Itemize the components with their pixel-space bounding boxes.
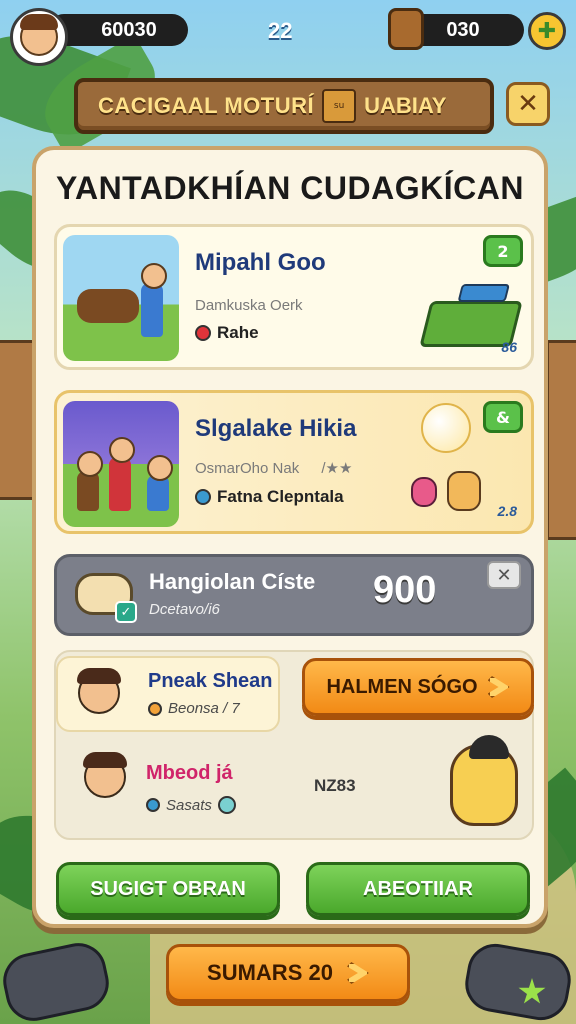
mission-tag-text: Fatna Clepntala (217, 487, 344, 506)
child-illustration (77, 451, 103, 511)
mission-title-text: Mipahl Goo (195, 249, 326, 276)
green-right-button[interactable]: ABEOTIIAR (306, 862, 530, 916)
friends-section: Pneak Shean Beonsa / 7 HALMEN SÓGO Mbeod… (54, 650, 534, 840)
orange-button-label: HALMEN SÓGO (326, 675, 478, 698)
mission-subtitle: Damkuska Oerk (195, 297, 303, 314)
add-currency-button[interactable]: ✚ (528, 12, 566, 50)
gift-icon (411, 477, 437, 507)
mission-subtitle-text: OsmarOho Nak (195, 460, 300, 477)
arrow-right-icon (346, 962, 369, 984)
close-icon: ✕ (496, 564, 512, 586)
mission-title-text: Slgalake Hikia (195, 415, 357, 442)
friend-avatar (77, 668, 121, 714)
dismiss-button[interactable]: ✕ (487, 561, 521, 589)
friend-subtitle: Beonsa / 7 (148, 700, 240, 717)
friend-code: NZ83 (314, 776, 356, 795)
close-button[interactable]: ✕ (506, 82, 550, 126)
green-left-button[interactable]: SUGIGT OBRAN (56, 862, 280, 916)
water-drop-icon (146, 798, 160, 812)
bubble-icon (421, 403, 471, 453)
farmer-illustration (141, 263, 167, 337)
challenge-subtitle: Dcetavo/i6 (149, 601, 220, 618)
arrow-right-icon (487, 676, 510, 698)
challenge-card[interactable]: ✓ Hangiolan Císte Dcetavo/i6 900 ✕ (54, 554, 534, 636)
mission-tag: Rahe (195, 323, 259, 343)
friend-avatar (83, 752, 127, 798)
level-indicator: 22 (268, 18, 293, 43)
mission-card[interactable]: Mipahl Goo Damkuska Oerk Rahe 2 86 (54, 224, 534, 370)
friend-subtitle-text: Beonsa / 7 (168, 700, 240, 717)
banner-title: CACIGAAL MOTURÍ (98, 93, 315, 118)
panel-title: YANTADKHÍAN CUDAGKÍCAN (56, 170, 524, 206)
parent-illustration (109, 437, 135, 511)
plus-icon: ✚ (537, 18, 557, 44)
rating-stars: /★★ (321, 460, 353, 477)
challenge-title: Hangiolan Císte (149, 569, 316, 594)
mission-subtitle: OsmarOho Nak /★★ (195, 459, 352, 477)
check-icon: ✓ (115, 601, 137, 623)
avatar-face (20, 14, 58, 56)
mission-thumbnail (63, 235, 179, 361)
red-dot-icon (195, 325, 211, 341)
mascot-illustration (450, 735, 518, 826)
player-avatar[interactable] (10, 8, 68, 66)
barrel-icon (388, 8, 424, 50)
crate-icon: su (322, 89, 357, 123)
coin-value: 60030 (101, 18, 157, 41)
coin-counter: 60030 (48, 14, 188, 46)
friend-name: Pneak Shean (148, 670, 273, 692)
mission-title: Mipahl Goo (195, 249, 326, 277)
mission-title: Slgalake Hikia (195, 415, 356, 443)
mission-card[interactable]: Slgalake Hikia OsmarOho Nak /★★ Fatna Cl… (54, 390, 534, 534)
mission-tag: Fatna Clepntala (195, 487, 344, 507)
child-illustration (147, 455, 173, 511)
challenge-value: 900 (373, 569, 437, 611)
main-panel: YANTADKHÍAN CUDAGKÍCAN Mipahl Goo Damkus… (32, 146, 548, 928)
mission-badge: 2 (483, 235, 523, 267)
mission-thumbnail (63, 401, 179, 527)
close-icon: ✕ (517, 89, 539, 119)
mission-count: 86 (501, 339, 517, 355)
friend-name: Mbeod já (146, 762, 233, 784)
cow-illustration (77, 289, 139, 323)
friend-card[interactable]: Pneak Shean Beonsa / 7 (56, 656, 280, 732)
mission-badge: & (483, 401, 523, 433)
mission-tag-text: Rahe (217, 323, 259, 342)
banner-subtitle: UABIAY (364, 93, 447, 118)
gem-value: 030 (446, 18, 480, 41)
bottom-action-button[interactable]: SUMARS 20 (166, 944, 410, 1002)
leaf-icon (148, 701, 162, 716)
gem-icon (217, 796, 236, 814)
friend-subtitle: Sasats (146, 796, 236, 814)
friend-subtitle-text: Sasats (166, 796, 212, 814)
top-hud: 60030 22 030 ✚ (8, 8, 568, 66)
mission-count: 2.8 (497, 503, 517, 519)
title-banner: CACIGAAL MOTURÍ su UABIAY (74, 78, 494, 134)
blue-dot-icon (195, 489, 211, 505)
character-illustration (447, 471, 481, 511)
orange-action-button[interactable]: HALMEN SÓGO (302, 658, 534, 716)
bottom-button-label: SUMARS 20 (207, 960, 333, 985)
